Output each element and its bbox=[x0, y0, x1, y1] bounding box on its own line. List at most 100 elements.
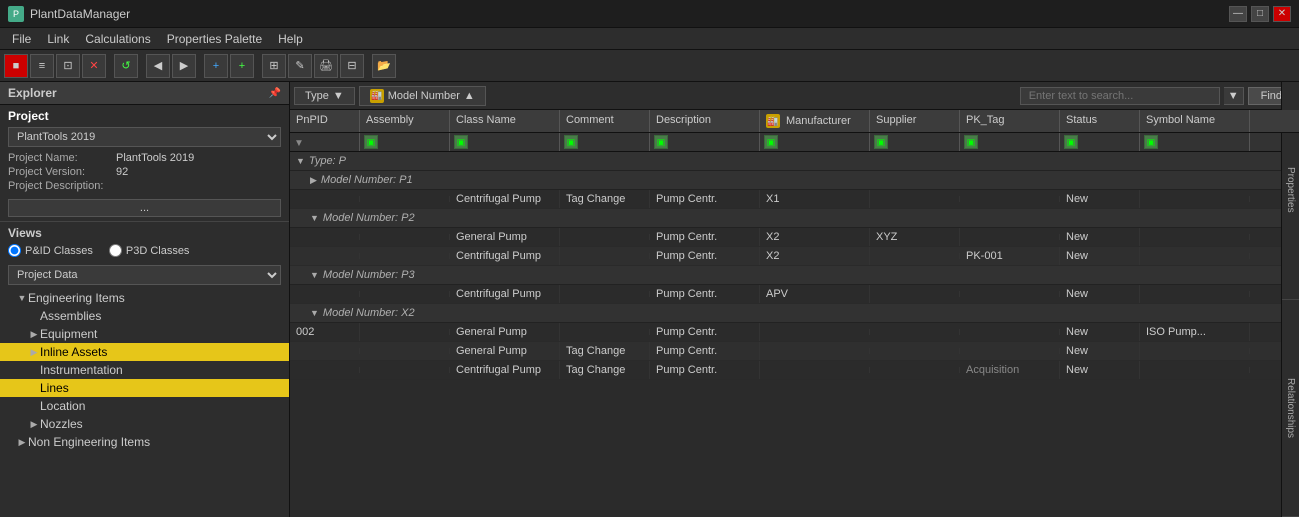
tree-item-nozzles[interactable]: ▶ Nozzles bbox=[0, 415, 289, 433]
cell-supplier bbox=[870, 291, 960, 297]
filter-description-icon: ▣ bbox=[654, 135, 668, 149]
tree-item-inline-assets[interactable]: ▶ Inline Assets bbox=[0, 343, 289, 361]
tree-item-lines[interactable]: Lines bbox=[0, 379, 289, 397]
menu-properties-palette[interactable]: Properties Palette bbox=[159, 30, 270, 48]
filter-description: ▣ bbox=[650, 133, 760, 151]
cell-assembly bbox=[360, 367, 450, 373]
filter-supplier: ▣ bbox=[870, 133, 960, 151]
table-row[interactable]: Centrifugal Pump Pump Centr. APV New bbox=[290, 285, 1299, 304]
cell-comment bbox=[560, 291, 650, 297]
search-dropdown-btn[interactable]: ▼ bbox=[1224, 87, 1244, 105]
group-model-p1[interactable]: ▶ Model Number: P1 bbox=[290, 171, 1299, 190]
table-row[interactable]: Centrifugal Pump Tag Change Pump Centr. … bbox=[290, 361, 1299, 380]
group-type-p-expand-icon: ▼ bbox=[296, 156, 305, 166]
group-type-p[interactable]: ▼ Type: P bbox=[290, 152, 1299, 171]
tb-btn-edit[interactable]: ✎ bbox=[288, 54, 312, 78]
cell-manufacturer bbox=[760, 329, 870, 335]
app-icon: P bbox=[8, 6, 24, 22]
tree-item-equipment[interactable]: ▶ Equipment bbox=[0, 325, 289, 343]
group-model-p3[interactable]: ▼ Model Number: P3 bbox=[290, 266, 1299, 285]
assemblies-label: Assemblies bbox=[40, 309, 101, 323]
filter-classname: ▣ bbox=[450, 133, 560, 151]
filter-assembly: ▣ bbox=[360, 133, 450, 151]
explorer-tree: ▼ Engineering Items Assemblies ▶ Equipme… bbox=[0, 289, 289, 517]
cell-symbolname bbox=[1140, 234, 1250, 240]
maximize-btn[interactable]: □ bbox=[1251, 6, 1269, 22]
expand-nozzles-icon: ▶ bbox=[28, 419, 40, 430]
titlebar: P PlantDataManager — □ ✕ bbox=[0, 0, 1299, 28]
filter-manufacturer-icon: ▣ bbox=[764, 135, 778, 149]
type-button[interactable]: Type ▼ bbox=[294, 87, 355, 105]
group-p3-expand-icon: ▼ bbox=[310, 270, 319, 280]
data-dropdown[interactable]: Project Data bbox=[8, 265, 281, 285]
tb-btn-grid[interactable]: ⊞ bbox=[262, 54, 286, 78]
type-dropdown-icon: ▼ bbox=[333, 90, 344, 102]
radio-p3d-classes[interactable]: P3D Classes bbox=[109, 244, 190, 257]
cell-description: Pump Centr. bbox=[650, 323, 760, 341]
project-select[interactable]: PlantTools 2019 bbox=[8, 127, 281, 147]
menu-link[interactable]: Link bbox=[39, 30, 77, 48]
tb-btn-1[interactable]: ■ bbox=[4, 54, 28, 78]
model-button[interactable]: 🏭 Model Number ▲ bbox=[359, 86, 486, 106]
table-row[interactable]: General Pump Tag Change Pump Centr. New bbox=[290, 342, 1299, 361]
expand-assemblies-icon bbox=[28, 311, 40, 321]
project-version-value: 92 bbox=[116, 166, 128, 178]
tb-btn-export[interactable]: ⊟ bbox=[340, 54, 364, 78]
table-row[interactable]: Centrifugal Pump Tag Change Pump Centr. … bbox=[290, 190, 1299, 209]
tree-item-non-engineering[interactable]: ▶ Non Engineering Items bbox=[0, 433, 289, 451]
cell-status: New bbox=[1060, 247, 1140, 265]
cell-manufacturer: X1 bbox=[760, 190, 870, 208]
cell-supplier bbox=[870, 253, 960, 259]
table-row[interactable]: Centrifugal Pump Pump Centr. X2 PK-001 N… bbox=[290, 247, 1299, 266]
tab-relationships[interactable]: Relationships bbox=[1282, 300, 1299, 517]
menu-file[interactable]: File bbox=[4, 30, 39, 48]
col-comment: Comment bbox=[560, 110, 650, 132]
group-model-x2[interactable]: ▼ Model Number: X2 bbox=[290, 304, 1299, 323]
filter-status: ▣ bbox=[1060, 133, 1140, 151]
cell-pnpid bbox=[290, 196, 360, 202]
search-input[interactable] bbox=[1020, 87, 1220, 105]
close-btn[interactable]: ✕ bbox=[1273, 6, 1291, 22]
cell-description: Pump Centr. bbox=[650, 361, 760, 379]
cell-manufacturer bbox=[760, 367, 870, 373]
tree-item-assemblies[interactable]: Assemblies bbox=[0, 307, 289, 325]
group-x2-label: Model Number: X2 bbox=[323, 307, 415, 319]
pin-icon[interactable]: 📌 bbox=[269, 88, 281, 99]
tb-btn-print[interactable]: 🖨 bbox=[314, 54, 338, 78]
equipment-label: Equipment bbox=[40, 327, 97, 341]
app-title: PlantDataManager bbox=[30, 7, 1229, 21]
tb-btn-3[interactable]: ⊡ bbox=[56, 54, 80, 78]
table-row[interactable]: General Pump Pump Centr. X2 XYZ New bbox=[290, 228, 1299, 247]
tb-btn-add2[interactable]: + bbox=[230, 54, 254, 78]
tb-btn-delete[interactable]: ✕ bbox=[82, 54, 106, 78]
tree-item-instrumentation[interactable]: Instrumentation bbox=[0, 361, 289, 379]
group-model-p2[interactable]: ▼ Model Number: P2 bbox=[290, 209, 1299, 228]
location-label: Location bbox=[40, 399, 85, 413]
col-supplier: Supplier bbox=[870, 110, 960, 132]
radio-pid-classes[interactable]: P&ID Classes bbox=[8, 244, 93, 257]
tb-btn-refresh[interactable]: ↺ bbox=[114, 54, 138, 78]
cell-description: Pump Centr. bbox=[650, 342, 760, 360]
tree-item-location[interactable]: Location bbox=[0, 397, 289, 415]
tb-btn-open[interactable]: 📂 bbox=[372, 54, 396, 78]
tb-btn-forward[interactable]: ▶ bbox=[172, 54, 196, 78]
expand-location-icon bbox=[28, 401, 40, 411]
filter-status-icon: ▣ bbox=[1064, 135, 1078, 149]
tree-item-engineering-items[interactable]: ▼ Engineering Items bbox=[0, 289, 289, 307]
nozzles-label: Nozzles bbox=[40, 417, 83, 431]
menu-calculations[interactable]: Calculations bbox=[77, 30, 158, 48]
tb-btn-back[interactable]: ◀ bbox=[146, 54, 170, 78]
type-label: Type bbox=[305, 90, 329, 102]
cell-pktag: PK-001 bbox=[960, 247, 1060, 265]
tb-btn-add[interactable]: + bbox=[204, 54, 228, 78]
cell-comment: Tag Change bbox=[560, 342, 650, 360]
cell-status: New bbox=[1060, 323, 1140, 341]
cell-comment bbox=[560, 234, 650, 240]
tb-btn-2[interactable]: ≡ bbox=[30, 54, 54, 78]
desc-button[interactable]: ... bbox=[8, 199, 281, 217]
menu-help[interactable]: Help bbox=[270, 30, 311, 48]
manufacturer-icon: 🏭 bbox=[766, 114, 780, 128]
minimize-btn[interactable]: — bbox=[1229, 6, 1247, 22]
table-row[interactable]: 002 General Pump Pump Centr. New ISO Pum… bbox=[290, 323, 1299, 342]
data-grid: PnPID Assembly Class Name Comment Descri… bbox=[290, 110, 1299, 517]
